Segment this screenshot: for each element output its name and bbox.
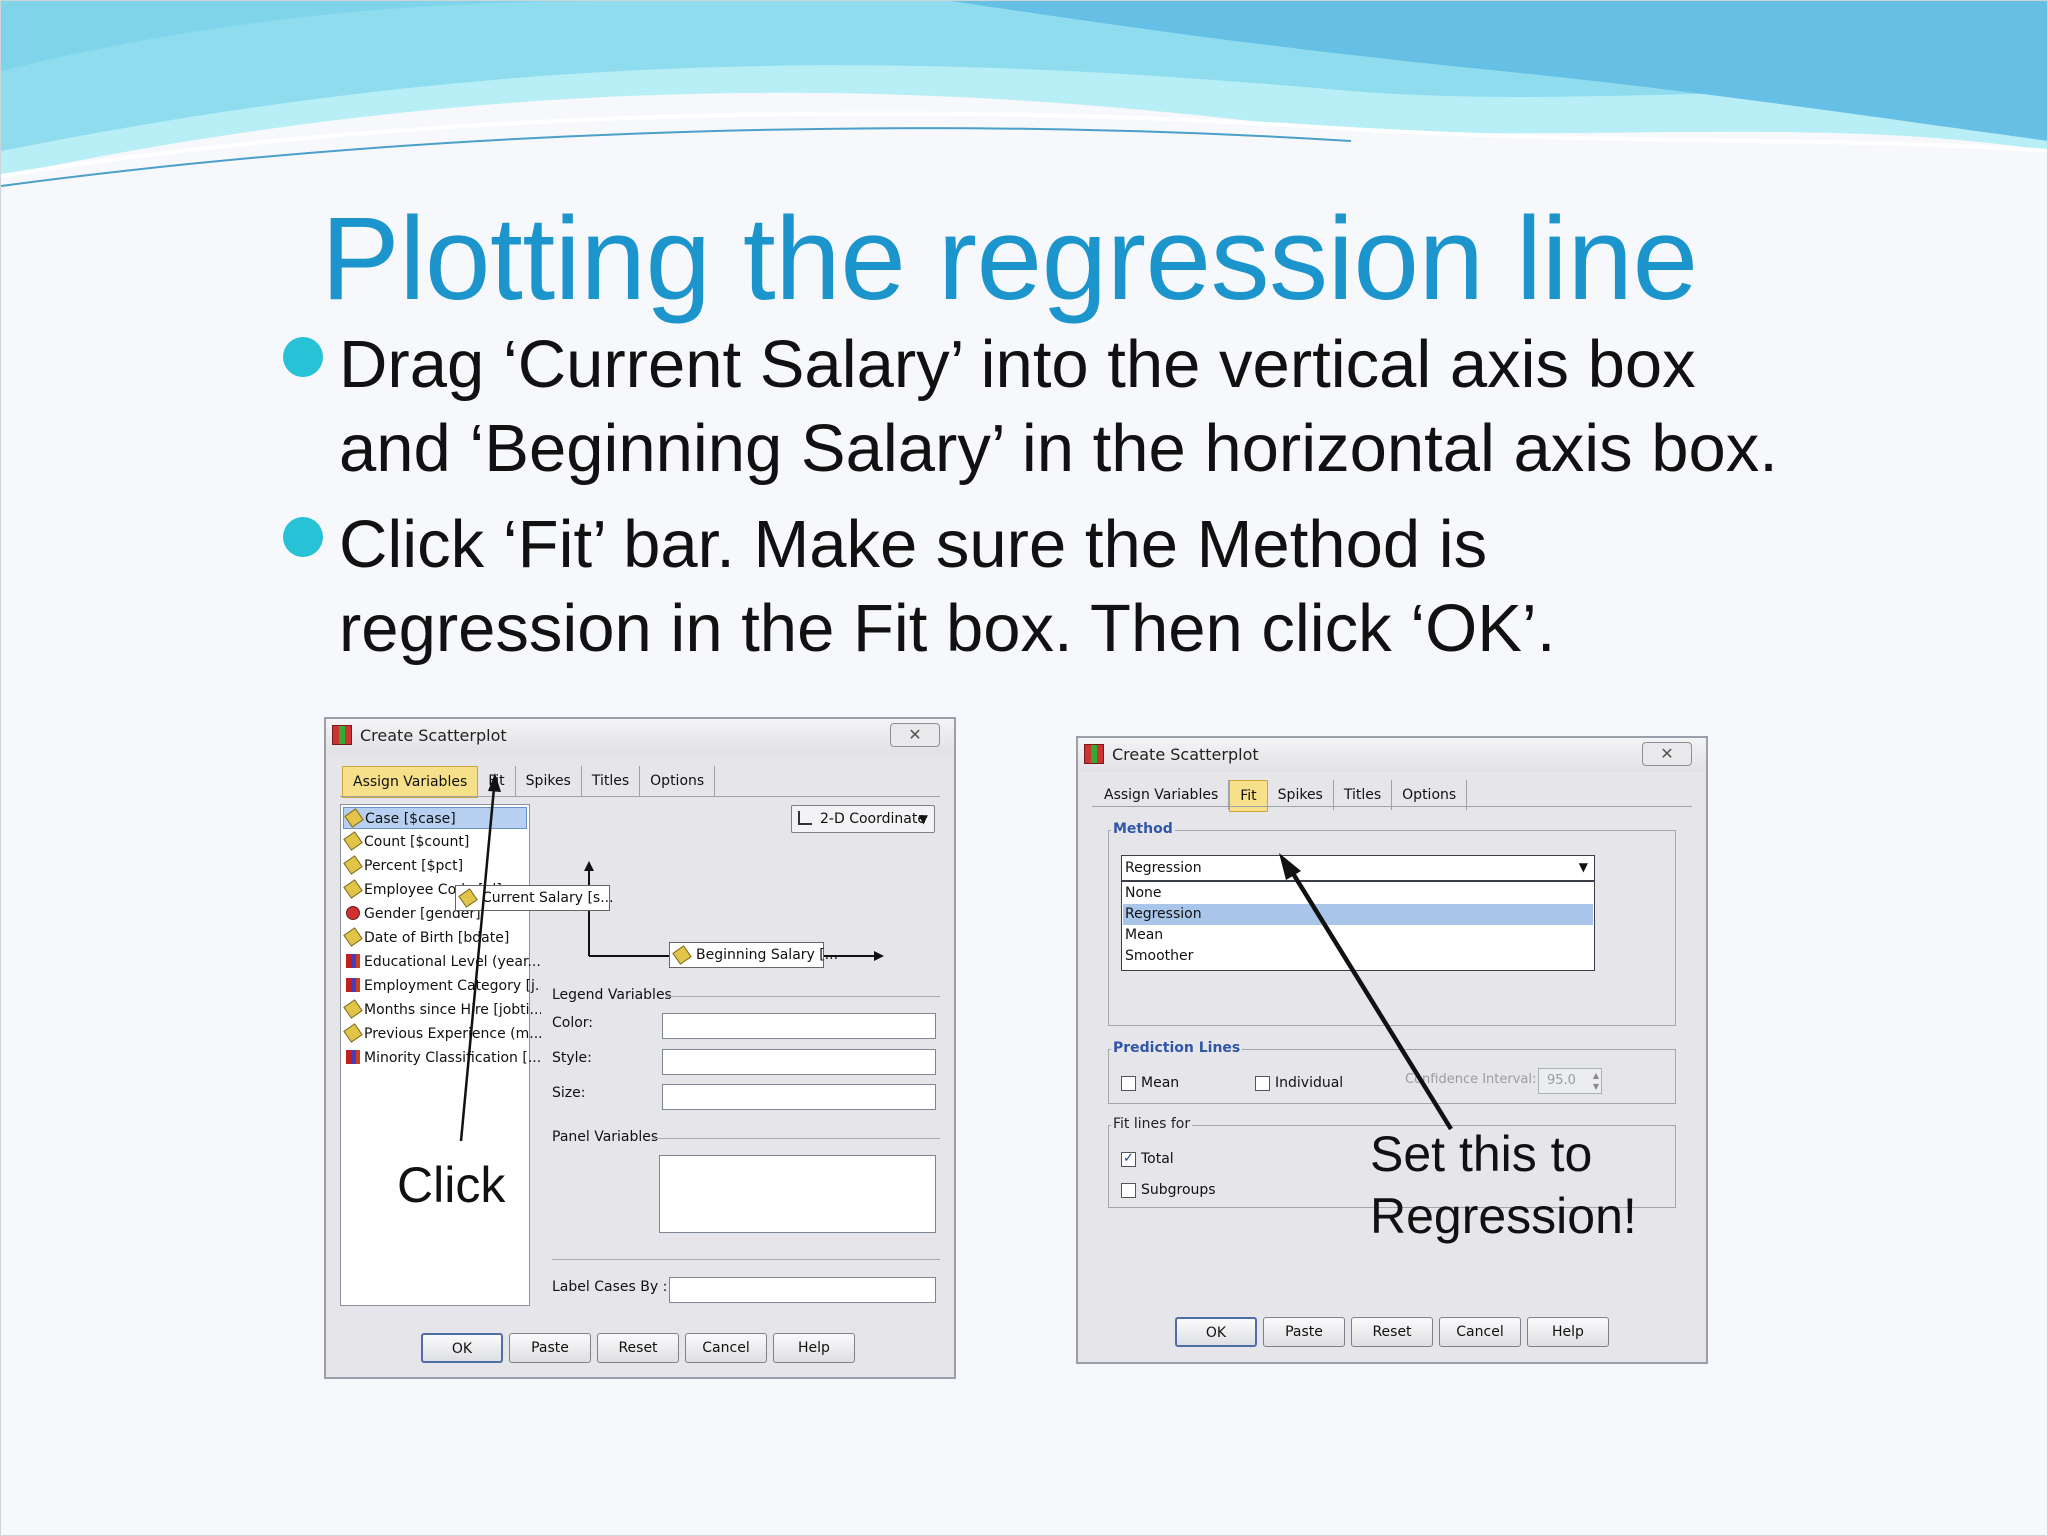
set-regression-annotation: Set this to Regression! [1370, 1123, 1637, 1247]
annotation-line: Set this to [1370, 1126, 1593, 1182]
slide: Plotting the regression line Drag ‘Curre… [0, 0, 2048, 1536]
annotation-line: Regression! [1370, 1188, 1637, 1244]
regression-pointer-arrow [1279, 853, 1453, 1131]
